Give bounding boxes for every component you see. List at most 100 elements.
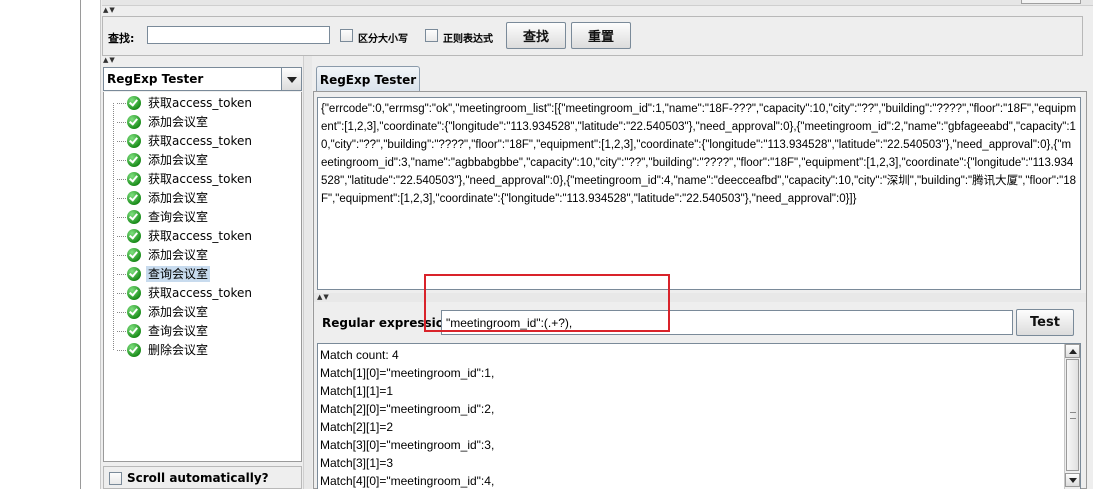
success-check-icon (127, 229, 141, 243)
reset-button[interactable]: 重置 (571, 22, 631, 49)
left-gutter (81, 0, 101, 489)
tree-item-label: 添加会议室 (148, 248, 209, 262)
regex-checkbox[interactable] (425, 29, 438, 42)
regex-label: 正则表达式 (443, 34, 493, 45)
scroll-auto-label: Scroll automatically? (127, 471, 269, 485)
test-button[interactable]: Test (1016, 309, 1074, 336)
scroll-thumb[interactable] (1066, 359, 1079, 471)
result-line: Match[1][1]=1 (320, 384, 394, 398)
success-check-icon (127, 153, 141, 167)
result-line: Match[2][0]="meetingroom_id":2, (320, 402, 495, 416)
success-check-icon (127, 115, 141, 129)
tree-item-label: 查询会议室 (148, 210, 209, 224)
success-check-icon (127, 96, 141, 110)
tree-item-label: 获取access_token (148, 134, 252, 148)
scroll-auto-row: Scroll automatically? (103, 466, 302, 489)
jmeter-window: ▲▼ 查找: 区分大小写 正则表达式 查找 重置 ▲▼ RegExp Teste… (80, 0, 1093, 489)
tree-item[interactable]: 获取access_token (117, 94, 254, 112)
tab-body: {"errcode":0,"errmsg":"ok","meetingroom_… (313, 91, 1087, 489)
success-check-icon (127, 210, 141, 224)
tree-connector (117, 217, 126, 218)
success-check-icon (127, 286, 141, 300)
tree-item[interactable]: 查询会议室 (117, 208, 210, 226)
tree-item-label: 添加会议室 (148, 115, 209, 129)
tree-connector (117, 331, 126, 332)
tree-connector (117, 274, 126, 275)
search-input[interactable] (147, 26, 330, 44)
tree-connector (117, 198, 126, 199)
tree-item[interactable]: 添加会议室 (117, 113, 210, 131)
tree-item-label: 删除会议室 (148, 343, 209, 357)
tree-connector (117, 160, 126, 161)
tree-connector (117, 103, 126, 104)
tree-item-label: 查询会议室 (146, 266, 211, 282)
find-button[interactable]: 查找 (506, 22, 566, 49)
horizontal-splitter[interactable]: ▲▼ (314, 293, 1086, 302)
tree-item-label: 添加会议室 (148, 191, 209, 205)
regex-input[interactable] (441, 310, 1013, 335)
chevron-down-icon[interactable] (281, 68, 301, 90)
top-strip (102, 0, 1093, 6)
tree-connector (117, 122, 126, 123)
inner-split-arrows-icon[interactable]: ▲▼ (317, 294, 330, 301)
top-button-stub[interactable] (1021, 0, 1081, 4)
tree-item-label: 获取access_token (148, 286, 252, 300)
result-line: Match[1][0]="meetingroom_id":1, (320, 366, 495, 380)
result-line: Match count: 4 (320, 348, 399, 362)
scroll-down-icon[interactable] (1065, 473, 1080, 487)
tree-item-label: 查询会议室 (148, 324, 209, 338)
tree-connector (117, 179, 126, 180)
tree-connector (117, 236, 126, 237)
listener-type-value: RegExp Tester (107, 72, 204, 86)
success-check-icon (127, 191, 141, 205)
tree-item-label: 获取access_token (148, 96, 252, 110)
tree-item[interactable]: 添加会议室 (117, 303, 210, 321)
tree-item[interactable]: 获取access_token (117, 170, 254, 188)
middle-split-arrows-icon[interactable]: ▲▼ (103, 57, 116, 64)
tree-item[interactable]: 添加会议室 (117, 189, 210, 207)
tree-connector (117, 312, 126, 313)
tree-connector (117, 255, 126, 256)
tree-item[interactable]: 查询会议室 (117, 322, 210, 340)
tree-item[interactable]: 添加会议室 (117, 151, 210, 169)
results-textarea[interactable]: Match count: 4 Match[1][0]="meetingroom_i… (317, 343, 1081, 489)
success-check-icon (127, 172, 141, 186)
result-line: Match[4][0]="meetingroom_id":4, (320, 474, 495, 488)
success-check-icon (127, 134, 141, 148)
tree-item[interactable]: 查询会议室 (117, 265, 211, 283)
tree-item-label: 获取access_token (148, 172, 252, 186)
scroll-up-icon[interactable] (1065, 344, 1080, 358)
tree-connector (117, 141, 126, 142)
success-check-icon (127, 343, 141, 357)
success-check-icon (127, 267, 141, 281)
response-data-textarea[interactable]: {"errcode":0,"errmsg":"ok","meetingroom_… (317, 97, 1081, 290)
tab-regexp-tester[interactable]: RegExp Tester (316, 66, 420, 92)
tree-item-label: 添加会议室 (148, 305, 209, 319)
success-check-icon (127, 248, 141, 262)
scroll-auto-checkbox[interactable] (109, 472, 122, 485)
result-line: Match[2][1]=2 (320, 420, 394, 434)
results-lines: Match count: 4 Match[1][0]="meetingroom_i… (320, 346, 1062, 489)
top-split-arrows-icon[interactable]: ▲▼ (103, 7, 116, 14)
result-line: Match[3][1]=3 (320, 456, 394, 470)
listener-type-select[interactable]: RegExp Tester (103, 67, 302, 91)
tree-connector (117, 293, 126, 294)
tree-connector-line (113, 103, 114, 350)
tree-item[interactable]: 获取access_token (117, 227, 254, 245)
case-sensitive-checkbox[interactable] (340, 29, 353, 42)
results-scrollbar[interactable] (1064, 344, 1080, 489)
search-label: 查找: (108, 32, 135, 45)
result-line: Match[3][0]="meetingroom_id":3, (320, 438, 495, 452)
regex-field-label: Regular expression: (322, 316, 458, 330)
success-check-icon (127, 324, 141, 338)
tree-item[interactable]: 添加会议室 (117, 246, 210, 264)
tree-item[interactable]: 获取access_token (117, 132, 254, 150)
tree-item[interactable]: 删除会议室 (117, 341, 210, 359)
success-check-icon (127, 305, 141, 319)
tree-connector (117, 350, 126, 351)
vertical-splitter[interactable] (303, 56, 312, 489)
tree-item-label: 获取access_token (148, 229, 252, 243)
tree-item[interactable]: 获取access_token (117, 284, 254, 302)
sampler-tree: 获取access_token 添加会议室 获取access_token 添加会议室 获取… (103, 92, 302, 462)
tester-tab-area: RegExp Tester {"errcode":0,"errmsg":"ok"… (313, 64, 1087, 489)
